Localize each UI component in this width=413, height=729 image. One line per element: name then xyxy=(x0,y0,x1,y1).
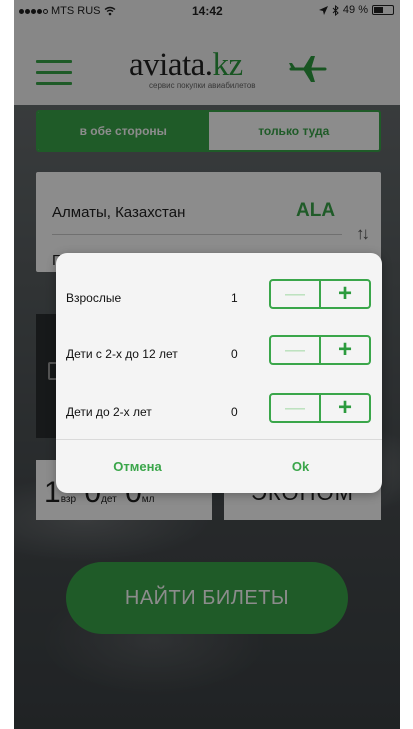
passenger-count: 0 xyxy=(231,405,238,419)
passenger-count: 1 xyxy=(231,291,238,305)
children-stepper: — + xyxy=(269,335,371,365)
passenger-type-label: Дети до 2-х лет xyxy=(66,405,152,419)
ok-button[interactable]: Ok xyxy=(219,440,382,493)
increment-button[interactable]: + xyxy=(321,336,369,363)
passenger-row-infants: Дети до 2-х лет 0 — + xyxy=(56,389,382,439)
passenger-type-label: Взрослые xyxy=(66,291,122,305)
adults-stepper: — + xyxy=(269,279,371,309)
infants-stepper: — + xyxy=(269,393,371,423)
app-screen: MTS RUS 14:42 49 % aviata.kz сервис поку… xyxy=(14,0,400,729)
passenger-count: 0 xyxy=(231,347,238,361)
passenger-row-adults: Взрослые 1 — + xyxy=(56,275,382,325)
dialog-actions: Отмена Ok xyxy=(56,440,382,493)
passenger-type-label: Дети с 2-х до 12 лет xyxy=(66,347,178,361)
passengers-dialog: Взрослые 1 — + Дети с 2-х до 12 лет 0 — … xyxy=(56,253,382,493)
decrement-button[interactable]: — xyxy=(271,337,321,363)
cancel-button[interactable]: Отмена xyxy=(56,440,219,493)
increment-button[interactable]: + xyxy=(321,280,369,307)
decrement-button[interactable]: — xyxy=(271,281,321,307)
passenger-row-children: Дети с 2-х до 12 лет 0 — + xyxy=(56,331,382,381)
decrement-button[interactable]: — xyxy=(271,395,321,421)
increment-button[interactable]: + xyxy=(321,394,369,421)
